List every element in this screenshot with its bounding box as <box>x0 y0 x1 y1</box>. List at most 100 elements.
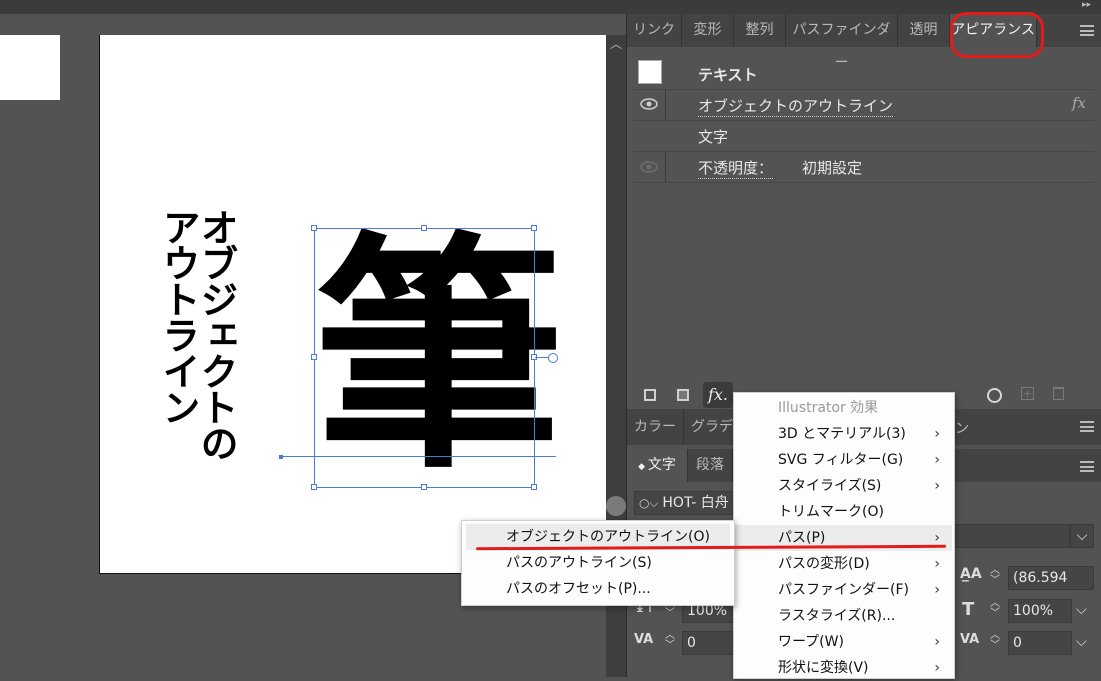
submenu-arrow-icon: › <box>934 556 940 572</box>
scrollbar-thumb[interactable] <box>606 496 626 516</box>
kerning-icon: VA <box>634 632 654 647</box>
tab-paragraph[interactable]: 段落 <box>688 449 733 482</box>
tracking-icon: VA <box>960 632 980 647</box>
menu-item-label: ワープ(W) <box>778 634 844 650</box>
resize-handle-bc[interactable] <box>421 484 427 490</box>
font-search-icon[interactable]: ○⌵ <box>639 496 662 510</box>
menu-item-3d-materials[interactable]: 3D とマテリアル(3) › <box>734 421 952 447</box>
clear-appearance-icon[interactable] <box>987 388 1002 403</box>
text-thread-port[interactable] <box>548 353 558 363</box>
trash-icon[interactable] <box>1053 387 1064 400</box>
appearance-opacity-row[interactable]: 不透明度： 初期設定 <box>634 151 1094 183</box>
submenu-arrow-icon: › <box>934 582 940 598</box>
menu-item-outline-stroke[interactable]: パスのアウトライン(S) <box>466 550 730 576</box>
font-style-field[interactable] <box>946 524 1070 548</box>
resize-handle-tc[interactable] <box>421 225 427 231</box>
menu-item-pathfinder[interactable]: パスファインダー(F) › <box>734 577 952 603</box>
font-family-value: HOT- 白舟 <box>662 495 729 511</box>
menu-item-warp[interactable]: ワープ(W) › <box>734 629 952 655</box>
menu-item-offset-path[interactable]: パスのオフセット(P)... <box>466 576 730 602</box>
tab-transparency[interactable]: 透明 <box>898 14 950 47</box>
annotation-circle <box>950 12 1044 58</box>
horizontal-scale-field[interactable]: 100% <box>1008 599 1072 623</box>
tab-transform[interactable]: 変形 <box>682 14 734 47</box>
kerning-field[interactable]: 0 <box>682 631 734 655</box>
vertical-text-column-1[interactable]: オブジェクトの <box>194 208 238 478</box>
menu-item-trim-marks[interactable]: トリムマーク(O) <box>734 499 952 525</box>
menu-item-label: 3D とマテリアル(3) <box>778 426 906 442</box>
vertical-text-column-2[interactable]: アウトライン <box>156 208 200 438</box>
visibility-eye-icon[interactable] <box>640 98 658 110</box>
resize-handle-ml[interactable] <box>311 354 317 360</box>
row-divider <box>665 89 666 120</box>
horizontal-scale-dropdown[interactable]: ⌵ <box>1076 602 1087 618</box>
menu-item-label: トリムマーク(O) <box>778 504 884 520</box>
opacity-value: 初期設定 <box>802 159 863 177</box>
effects-menu: Illustrator 効果 3D とマテリアル(3) › SVG フィルター(G… <box>733 392 955 679</box>
tab-pathfinder[interactable]: パスファインダー <box>786 14 898 71</box>
tracking-dropdown[interactable]: ⌵ <box>1076 634 1087 650</box>
appearance-character-row[interactable]: 文字 <box>634 120 1094 152</box>
tracking-stepper[interactable]: ︿ ﹀ <box>987 631 1003 655</box>
tab-color[interactable]: カラー <box>627 409 684 445</box>
resize-handle-bl[interactable] <box>311 484 317 490</box>
add-stroke-icon[interactable] <box>644 389 656 401</box>
baseline-guide <box>280 456 556 457</box>
menu-item-label: SVG フィルター(G) <box>778 452 904 468</box>
font-style-dropdown[interactable]: ⌵ <box>1070 524 1094 548</box>
add-effect-button[interactable]: fx. <box>703 382 733 408</box>
opacity-label[interactable]: 不透明度： <box>698 157 774 179</box>
visibility-eye-dim-icon[interactable] <box>640 161 658 173</box>
menu-item-label: スタイライズ(S) <box>778 478 882 494</box>
menu-item-rasterize[interactable]: ラスタライズ(R)... <box>734 603 952 629</box>
baseline-anchor <box>279 455 283 459</box>
resize-handle-tl[interactable] <box>311 225 317 231</box>
selected-glyph-text[interactable]: 筆 <box>314 224 564 490</box>
leading-icon: A̲A <box>960 566 982 582</box>
path-submenu: オブジェクトのアウトライン(O) パスのアウトライン(S) パスのオフセット(P… <box>461 520 735 606</box>
font-family-field[interactable]: ○⌵ HOT- 白舟 <box>634 491 734 515</box>
tab-character-label: 文字 <box>647 457 676 473</box>
menu-item-label: パス(P) <box>778 530 826 546</box>
resize-handle-br[interactable] <box>531 484 537 490</box>
effects-menu-header: Illustrator 効果 <box>778 400 879 416</box>
scroll-up-icon[interactable]: ︿ <box>606 36 626 52</box>
collapse-panels-icon[interactable]: ▸▸ <box>1082 0 1091 10</box>
fx-icon[interactable]: fx <box>1072 94 1086 112</box>
horizontal-scale-stepper[interactable]: ︿ ﹀ <box>987 599 1003 623</box>
appearance-effect-row[interactable]: オブジェクトのアウトライン fx <box>634 89 1094 121</box>
submenu-arrow-icon: › <box>934 478 940 494</box>
panel-menu-icon[interactable] <box>1080 25 1094 36</box>
menu-item-svg-filter[interactable]: SVG フィルター(G) › <box>734 447 952 473</box>
horizontal-scale-icon: T <box>962 599 975 620</box>
document-top-strip <box>0 0 626 14</box>
menu-item-label: パスの変形(D) <box>778 556 870 572</box>
menu-item-label: パスファインダー(F) <box>778 582 909 598</box>
appearance-header-label: テキスト <box>698 66 758 84</box>
duplicate-item-icon[interactable]: + <box>1021 387 1034 400</box>
character-panel-menu-icon[interactable] <box>1080 461 1094 472</box>
leading-field[interactable]: (86.594 <box>1008 566 1094 590</box>
tab-links[interactable]: リンク <box>627 14 682 47</box>
tab-partial-label[interactable]: ン <box>955 418 969 438</box>
menu-item-stylize[interactable]: スタイライズ(S) › <box>734 473 952 499</box>
menu-item-distort-transform[interactable]: パスの変形(D) › <box>734 551 952 577</box>
menu-item-convert-to-shape[interactable]: 形状に変換(V) › <box>734 655 952 681</box>
tab-align[interactable]: 整列 <box>734 14 786 47</box>
kerning-stepper[interactable]: ︿ ﹀ <box>662 631 678 655</box>
submenu-arrow-icon: › <box>934 452 940 468</box>
text-thumbnail <box>638 60 662 84</box>
effect-link-label[interactable]: オブジェクトのアウトライン <box>698 95 894 117</box>
add-fill-icon[interactable] <box>677 389 689 401</box>
resize-handle-tr[interactable] <box>531 225 537 231</box>
leading-stepper[interactable]: ︿ ﹀ <box>987 566 1003 590</box>
submenu-arrow-icon: › <box>934 660 940 676</box>
artboard-previous[interactable] <box>0 35 60 100</box>
submenu-arrow-icon: › <box>934 634 940 650</box>
submenu-arrow-icon: › <box>934 426 940 442</box>
tracking-field[interactable]: 0 <box>1008 631 1072 655</box>
menu-item-label: 形状に変換(V) <box>778 660 869 676</box>
color-panel-menu-icon[interactable] <box>1080 421 1094 432</box>
appearance-header-row[interactable]: テキスト <box>634 57 1094 90</box>
tab-character[interactable]: ◆ 文字 <box>627 449 688 482</box>
